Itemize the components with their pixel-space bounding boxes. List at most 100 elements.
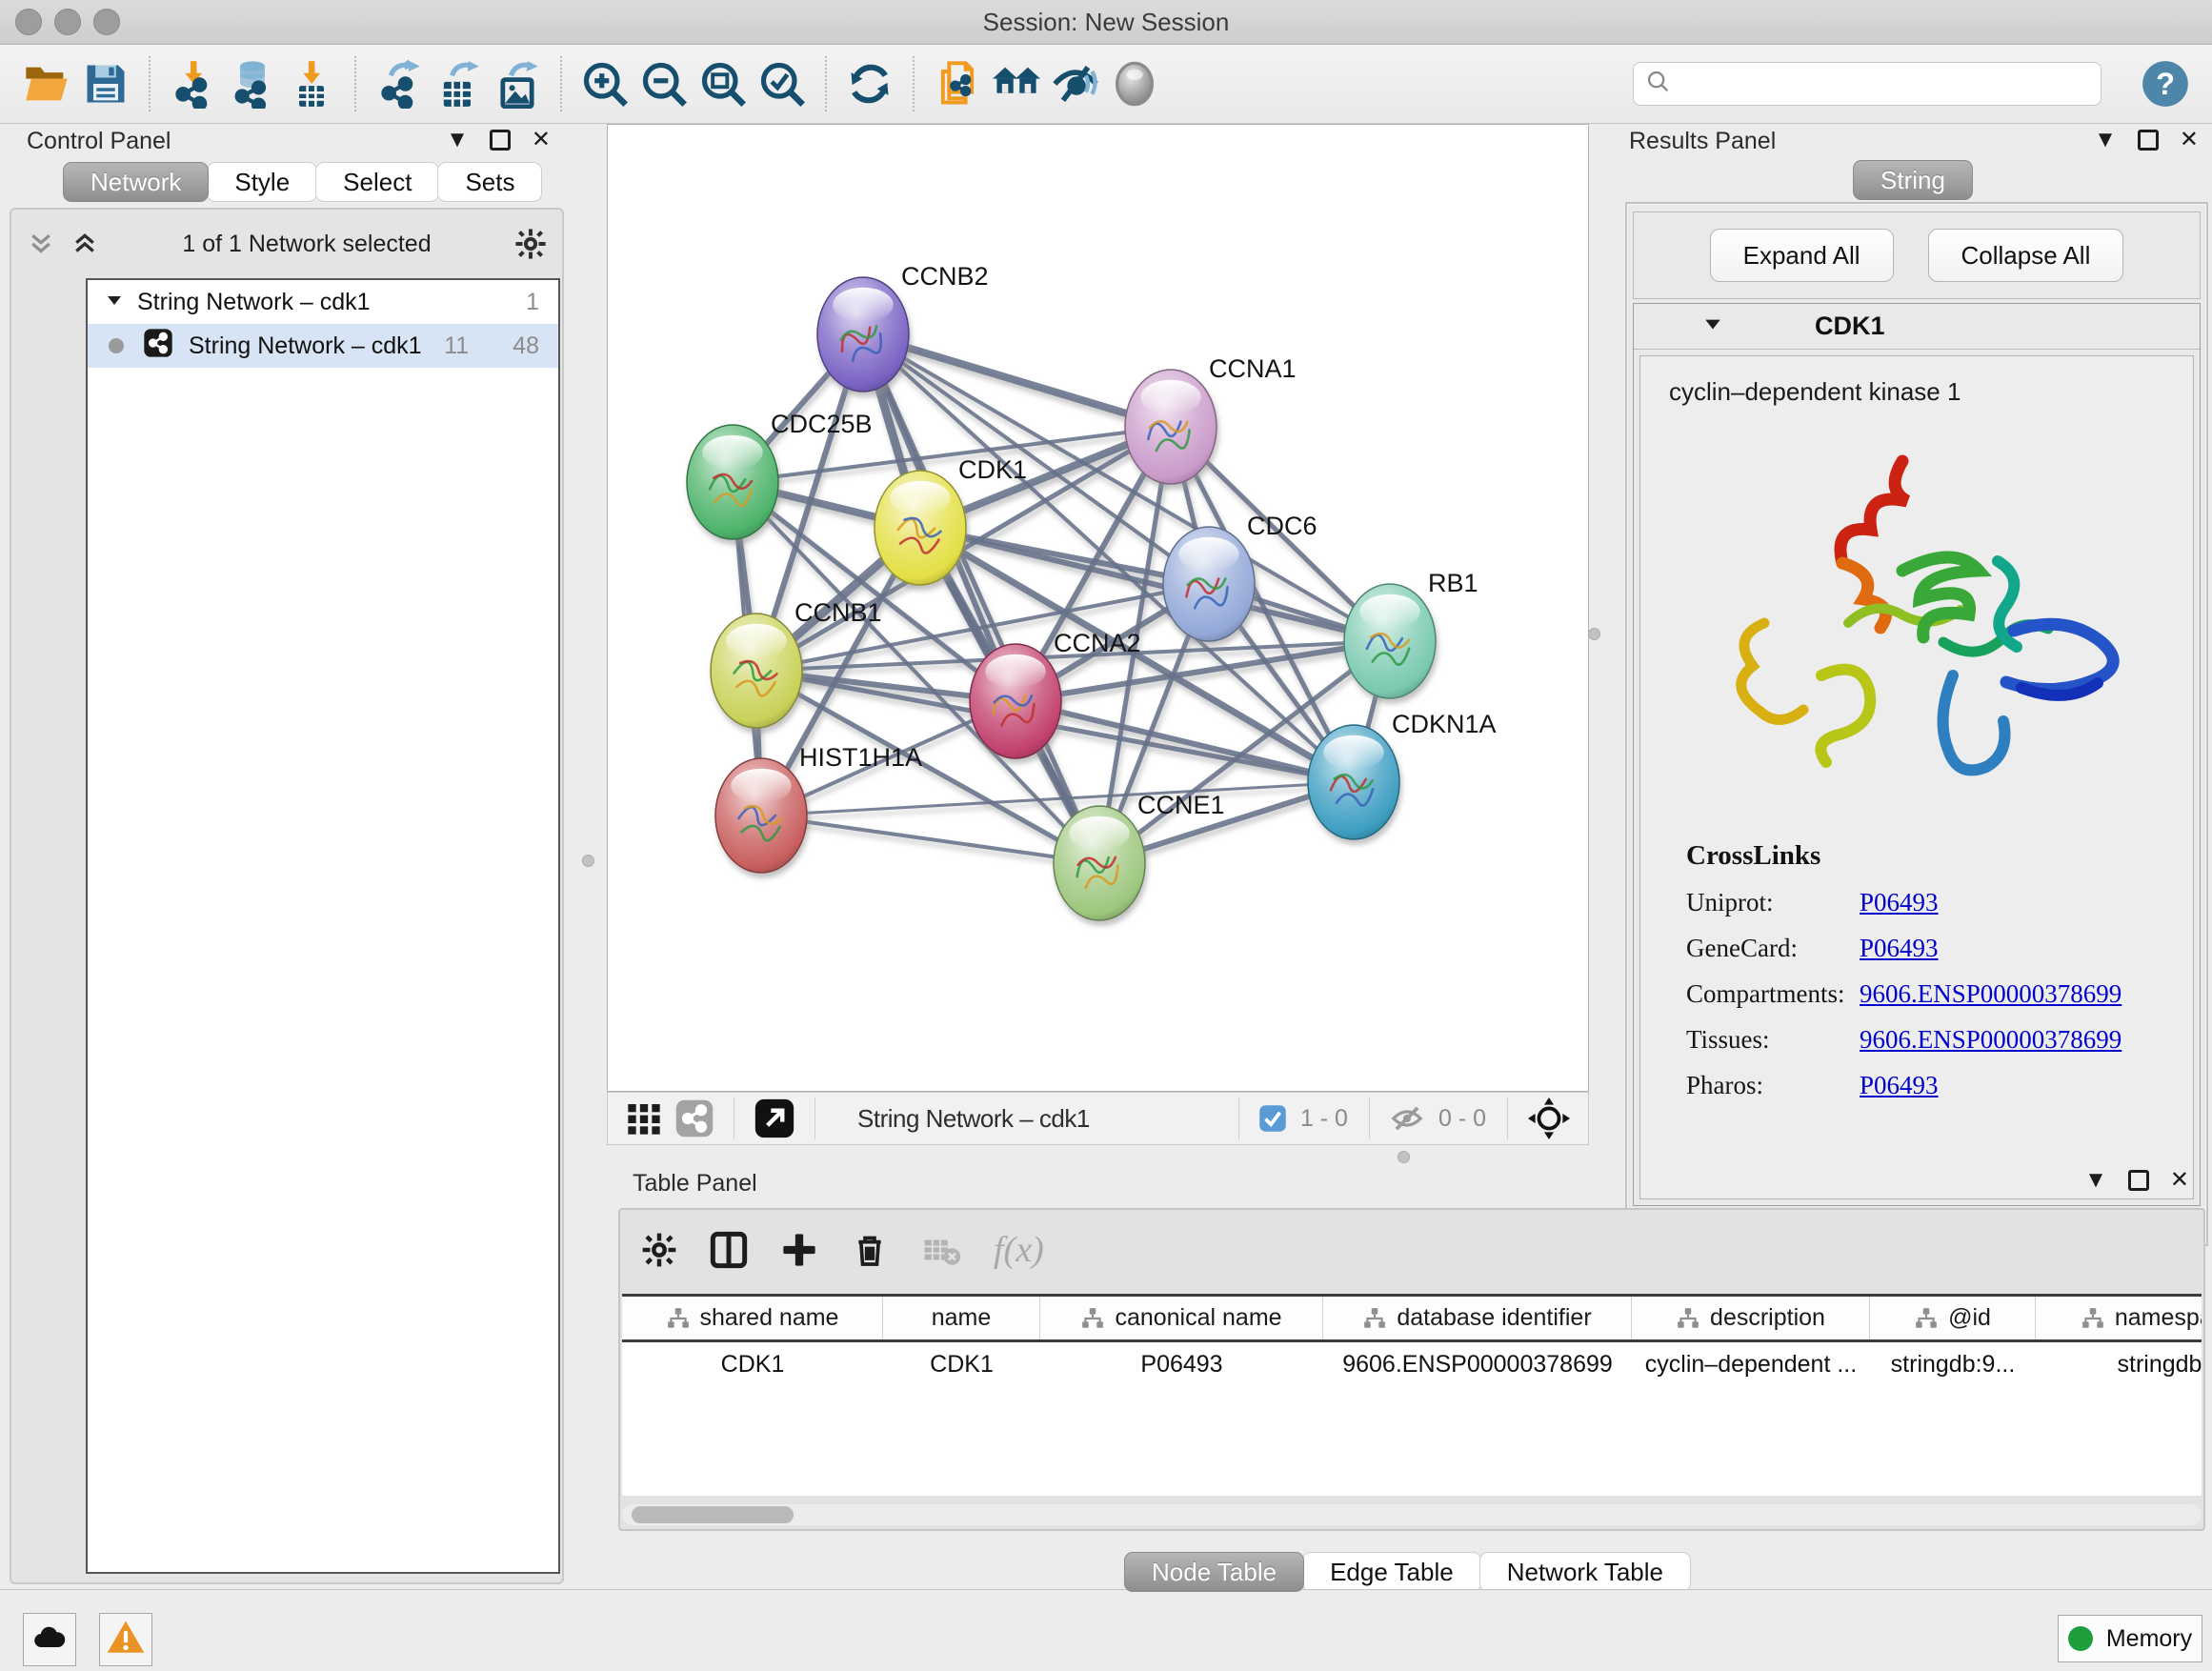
edge-CCNB2-CCNE1[interactable] xyxy=(863,334,1099,863)
search-input[interactable] xyxy=(1681,70,2089,97)
delete-column-icon[interactable] xyxy=(851,1231,889,1269)
window-minimize-button[interactable] xyxy=(54,9,81,35)
node-CCNA2[interactable] xyxy=(970,644,1061,758)
birdseye-grid-icon[interactable] xyxy=(619,1099,669,1137)
hide-graphics-details-button[interactable] xyxy=(1046,54,1105,113)
save-session-button[interactable] xyxy=(76,54,135,113)
zoom-out-button[interactable] xyxy=(634,54,694,113)
export-image-button[interactable] xyxy=(488,54,547,113)
memory-button[interactable]: Memory xyxy=(2058,1615,2202,1662)
table-options-gear-icon[interactable] xyxy=(641,1232,677,1268)
table-row[interactable]: CDK1CDK1P064939606.ENSP00000378699cyclin… xyxy=(622,1342,2202,1386)
network-graph[interactable]: CCNB2CCNA1CDC25BCDK1CDC6RB1CCNB1CCNA2CDK… xyxy=(608,125,1588,1091)
zoom-selected-button[interactable] xyxy=(753,54,812,113)
search-box[interactable] xyxy=(1633,62,2101,106)
control-panel-close-icon[interactable]: ✕ xyxy=(532,129,551,151)
node-CCNB2[interactable] xyxy=(817,277,909,392)
warnings-button[interactable] xyxy=(99,1613,152,1666)
network-options-gear-icon[interactable] xyxy=(514,228,547,260)
network-canvas[interactable]: CCNB2CCNA1CDC25BCDK1CDC6RB1CCNB1CCNA2CDK… xyxy=(607,124,1589,1092)
show-welcome-button[interactable] xyxy=(987,54,1046,113)
column-header-canonical-name[interactable]: canonical name xyxy=(1040,1297,1323,1339)
expand-all-networks-icon[interactable] xyxy=(70,230,99,258)
show-columns-icon[interactable] xyxy=(710,1231,748,1269)
import-table-file-button[interactable] xyxy=(282,54,341,113)
column-header-database-identifier[interactable]: database identifier xyxy=(1323,1297,1632,1339)
import-network-file-button[interactable] xyxy=(164,54,223,113)
cdk1-entry-header[interactable]: CDK1 xyxy=(1634,304,2200,350)
export-network-button[interactable] xyxy=(370,54,429,113)
results-panel-float-icon[interactable] xyxy=(2138,130,2159,151)
tab-sets[interactable]: Sets xyxy=(437,162,542,202)
open-in-browser-icon[interactable] xyxy=(748,1097,801,1139)
crosslink-row: Compartments:9606.ENSP00000378699 xyxy=(1686,979,2122,1009)
network-tree: String Network – cdk1 1 String Network –… xyxy=(86,278,560,1574)
protein-structure-image xyxy=(1707,433,2126,837)
table-hscrollbar[interactable] xyxy=(622,1504,2202,1525)
window-close-button[interactable] xyxy=(15,9,42,35)
collapse-all-networks-icon[interactable] xyxy=(27,230,55,258)
tab-edge-table[interactable]: Edge Table xyxy=(1302,1552,1481,1592)
window-zoom-button[interactable] xyxy=(93,9,120,35)
table-panel-float-icon[interactable] xyxy=(2128,1170,2149,1191)
table-hscroll-thumb[interactable] xyxy=(632,1506,794,1523)
column-header-description[interactable]: description xyxy=(1632,1297,1870,1339)
tab-style[interactable]: Style xyxy=(207,162,317,202)
node-CCNB1[interactable] xyxy=(711,614,802,728)
import-network-database-button[interactable] xyxy=(223,54,282,113)
add-column-icon[interactable] xyxy=(780,1231,818,1269)
bottom-divider-handle[interactable] xyxy=(1398,1151,1410,1163)
render-mode-button[interactable] xyxy=(1105,54,1164,113)
entry-collapse-icon[interactable] xyxy=(1702,313,1723,339)
table-panel-close-icon[interactable]: ✕ xyxy=(2170,1169,2189,1192)
clone-network-button[interactable] xyxy=(928,54,987,113)
open-session-button[interactable] xyxy=(17,54,76,113)
tab-string[interactable]: String xyxy=(1853,160,1973,200)
node-CDKN1A[interactable] xyxy=(1308,725,1399,839)
pan-crosshair-icon[interactable] xyxy=(1521,1097,1577,1140)
zoom-fit-button[interactable] xyxy=(694,54,753,113)
control-panel-menu-icon[interactable]: ▼ xyxy=(446,129,469,151)
table-panel-menu-icon[interactable]: ▼ xyxy=(2084,1169,2107,1192)
crosslink-link[interactable]: 9606.ENSP00000378699 xyxy=(1860,1025,2122,1054)
results-panel-close-icon[interactable]: ✕ xyxy=(2180,129,2199,151)
cloud-service-button[interactable] xyxy=(23,1613,76,1666)
node-CCNE1[interactable] xyxy=(1054,806,1145,920)
export-table-button[interactable] xyxy=(429,54,488,113)
network-collection-row[interactable]: String Network – cdk1 1 xyxy=(88,280,558,324)
left-divider-handle[interactable] xyxy=(582,855,594,867)
right-divider-handle[interactable] xyxy=(1588,628,1600,640)
tab-node-table[interactable]: Node Table xyxy=(1124,1552,1304,1592)
help-button[interactable]: ? xyxy=(2136,54,2195,113)
cdk1-entry: CDK1 cyclin–dependent kinase 1 xyxy=(1633,303,2201,1206)
control-panel-float-icon[interactable] xyxy=(490,130,511,151)
edge-CCNB2-CCNA1[interactable] xyxy=(863,334,1171,427)
edge-CCNE1-HIST1H1A[interactable] xyxy=(761,815,1099,863)
node-RB1[interactable] xyxy=(1344,584,1436,698)
column-header-shared-name[interactable]: shared name xyxy=(622,1297,883,1339)
node-HIST1H1A[interactable] xyxy=(715,758,807,873)
node-CCNA1[interactable] xyxy=(1125,370,1217,484)
expand-all-button[interactable]: Expand All xyxy=(1710,229,1894,282)
crosslink-link[interactable]: P06493 xyxy=(1860,1071,1939,1099)
string-view-icon[interactable] xyxy=(669,1098,720,1138)
network-row[interactable]: String Network – cdk1 11 48 xyxy=(88,324,558,368)
node-CDK1[interactable] xyxy=(875,471,966,585)
selected-checkbox-icon[interactable] xyxy=(1253,1104,1293,1133)
tab-select[interactable]: Select xyxy=(315,162,439,202)
collection-expand-icon[interactable] xyxy=(105,289,124,316)
node-CDC6[interactable] xyxy=(1163,527,1255,641)
column-header-namespace[interactable]: namespace xyxy=(2036,1297,2202,1339)
tab-network-table[interactable]: Network Table xyxy=(1479,1552,1691,1592)
collapse-all-button[interactable]: Collapse All xyxy=(1928,229,2124,282)
crosslink-link[interactable]: P06493 xyxy=(1860,934,1939,962)
node-CDC25B[interactable] xyxy=(687,425,778,539)
zoom-in-button[interactable] xyxy=(575,54,634,113)
column-header-name[interactable]: name xyxy=(883,1297,1040,1339)
tab-network[interactable]: Network xyxy=(63,162,209,202)
crosslink-link[interactable]: 9606.ENSP00000378699 xyxy=(1860,979,2122,1008)
apply-layout-button[interactable] xyxy=(840,54,899,113)
column-header--id[interactable]: @id xyxy=(1870,1297,2036,1339)
results-panel-menu-icon[interactable]: ▼ xyxy=(2094,129,2117,151)
crosslink-link[interactable]: P06493 xyxy=(1860,888,1939,916)
